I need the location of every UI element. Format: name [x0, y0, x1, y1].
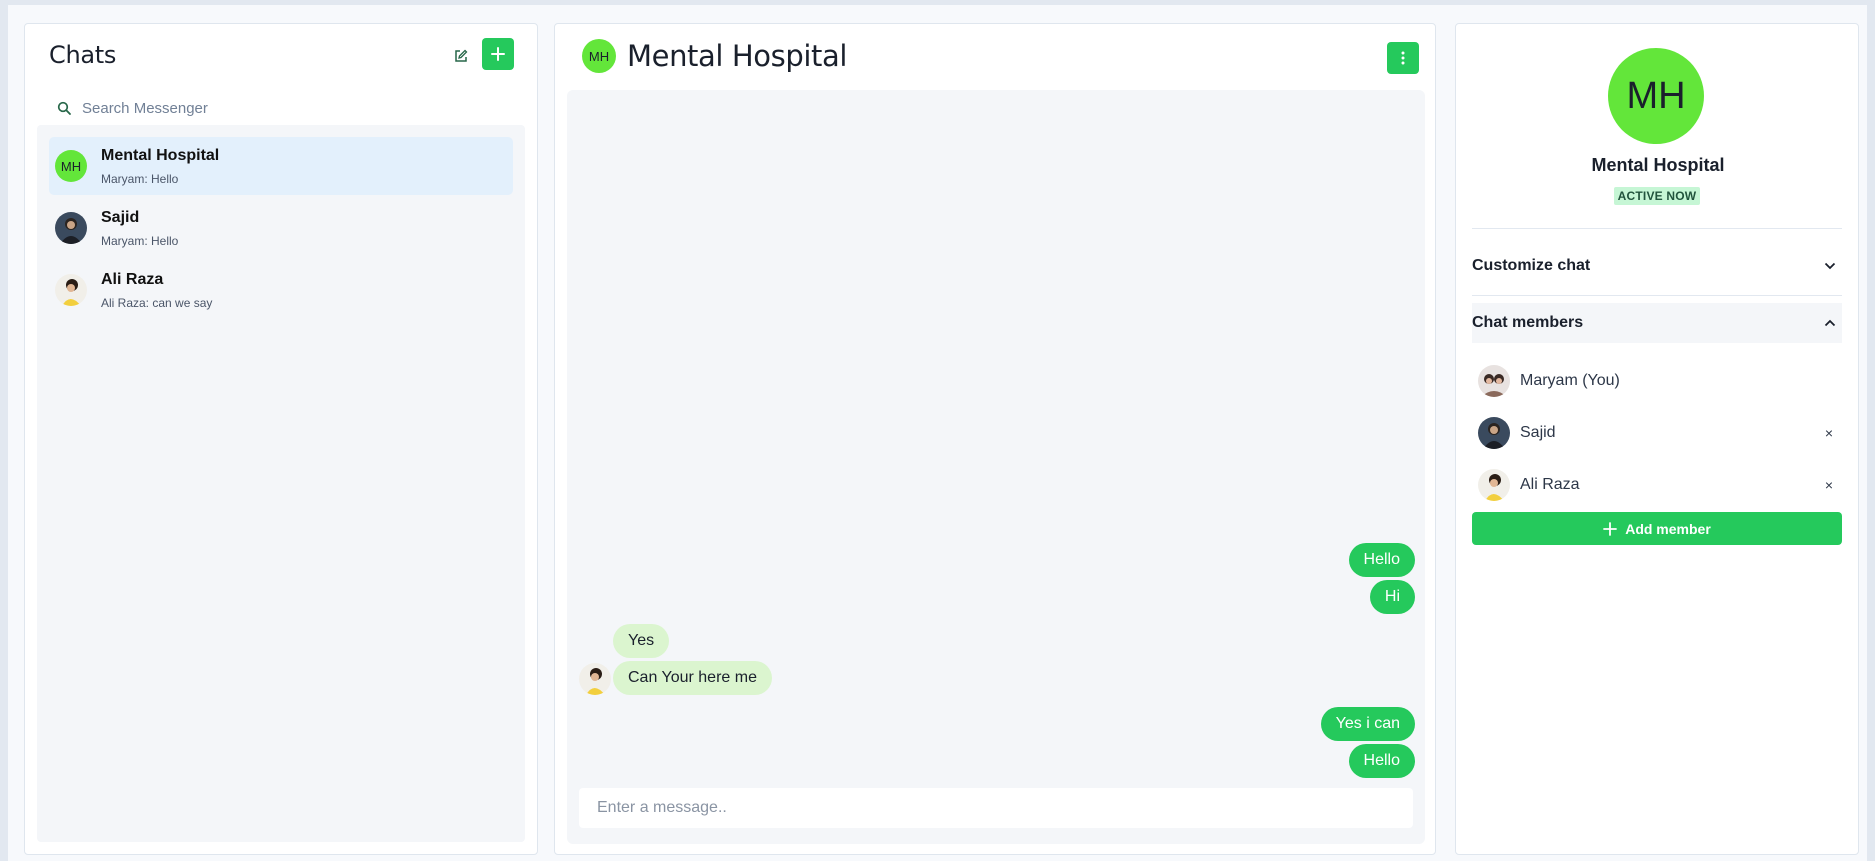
chat-name: Mental Hospital: [101, 147, 220, 164]
message-bubble: Hello: [1348, 543, 1415, 577]
message-bubble: Hello: [1348, 744, 1415, 778]
chat-item-ali-raza[interactable]: Ali Raza Ali Raza: can we say: [49, 261, 513, 319]
chat-item-sajid[interactable]: Sajid Maryam: Hello: [49, 199, 513, 257]
add-member-button[interactable]: Add member: [1472, 512, 1842, 545]
message-bubble: Yes: [613, 624, 670, 658]
sender-avatar: [579, 663, 611, 695]
divider: [1472, 228, 1842, 229]
search-input[interactable]: [82, 99, 502, 117]
avatar: [55, 274, 87, 306]
close-icon: ×: [1824, 425, 1834, 441]
chats-sidebar: Chats MH Mental Hospital Maryam: Hello: [24, 23, 538, 855]
member-name: Sajid: [1520, 424, 1556, 441]
chat-list: MH Mental Hospital Maryam: Hello Sajid M…: [37, 125, 525, 842]
conversation-panel: MH Mental Hospital Hello Hi Yes Can Your…: [554, 23, 1436, 855]
message-bubble: Can Your here me: [613, 661, 772, 695]
avatar: [55, 212, 87, 244]
member-item: Sajid ×: [1478, 415, 1838, 451]
section-label: Customize chat: [1472, 257, 1591, 274]
chevron-up-icon: [1824, 319, 1836, 327]
chat-preview: Ali Raza: can we say: [101, 296, 213, 310]
chat-name: Ali Raza: [101, 271, 164, 288]
more-vertical-icon: [1401, 51, 1405, 65]
avatar: [1478, 417, 1510, 449]
chat-item-mental-hospital[interactable]: MH Mental Hospital Maryam: Hello: [49, 137, 513, 195]
member-item: Ali Raza ×: [1478, 467, 1838, 503]
conversation-avatar: MH: [582, 39, 616, 73]
new-chat-button[interactable]: [482, 38, 514, 70]
close-icon: ×: [1824, 477, 1834, 493]
status-badge: ACTIVE NOW: [1614, 187, 1700, 205]
edit-icon: [455, 49, 468, 62]
message-composer: [579, 788, 1413, 828]
more-options-button[interactable]: [1387, 42, 1419, 74]
message-input[interactable]: [579, 788, 1413, 828]
search-icon: [57, 101, 71, 115]
group-avatar: MH: [1608, 48, 1704, 144]
member-item: Maryam (You): [1478, 363, 1838, 399]
message-bubble: Yes i can: [1320, 707, 1415, 741]
message-area: Hello Hi Yes Can Your here me Yes i can …: [567, 90, 1425, 844]
add-member-label: Add member: [1625, 520, 1711, 537]
chat-details-panel: MH Mental Hospital ACTIVE NOW Customize …: [1455, 23, 1859, 855]
chat-name: Sajid: [101, 209, 140, 226]
divider: [1472, 295, 1842, 296]
section-label: Chat members: [1472, 314, 1584, 331]
sidebar-title: Chats: [49, 41, 117, 69]
avatar: [1478, 469, 1510, 501]
member-name: Maryam (You): [1520, 372, 1620, 389]
search-bar: [55, 92, 525, 124]
remove-member-button[interactable]: ×: [1821, 423, 1837, 443]
avatar: [1478, 365, 1510, 397]
member-name: Ali Raza: [1520, 476, 1580, 493]
customize-chat-toggle[interactable]: Customize chat: [1472, 246, 1842, 286]
plus-icon: [491, 47, 505, 61]
message-bubble: Hi: [1369, 580, 1415, 614]
conversation-title: Mental Hospital: [627, 39, 847, 73]
chat-preview: Maryam: Hello: [101, 172, 179, 186]
group-name: Mental Hospital: [1591, 155, 1725, 175]
chat-members-toggle[interactable]: Chat members: [1472, 303, 1842, 343]
plus-icon: [1603, 521, 1618, 536]
remove-member-button[interactable]: ×: [1821, 475, 1837, 495]
edit-button[interactable]: [445, 40, 477, 72]
chat-preview: Maryam: Hello: [101, 234, 179, 248]
chevron-down-icon: [1824, 262, 1836, 270]
avatar: MH: [55, 150, 87, 182]
